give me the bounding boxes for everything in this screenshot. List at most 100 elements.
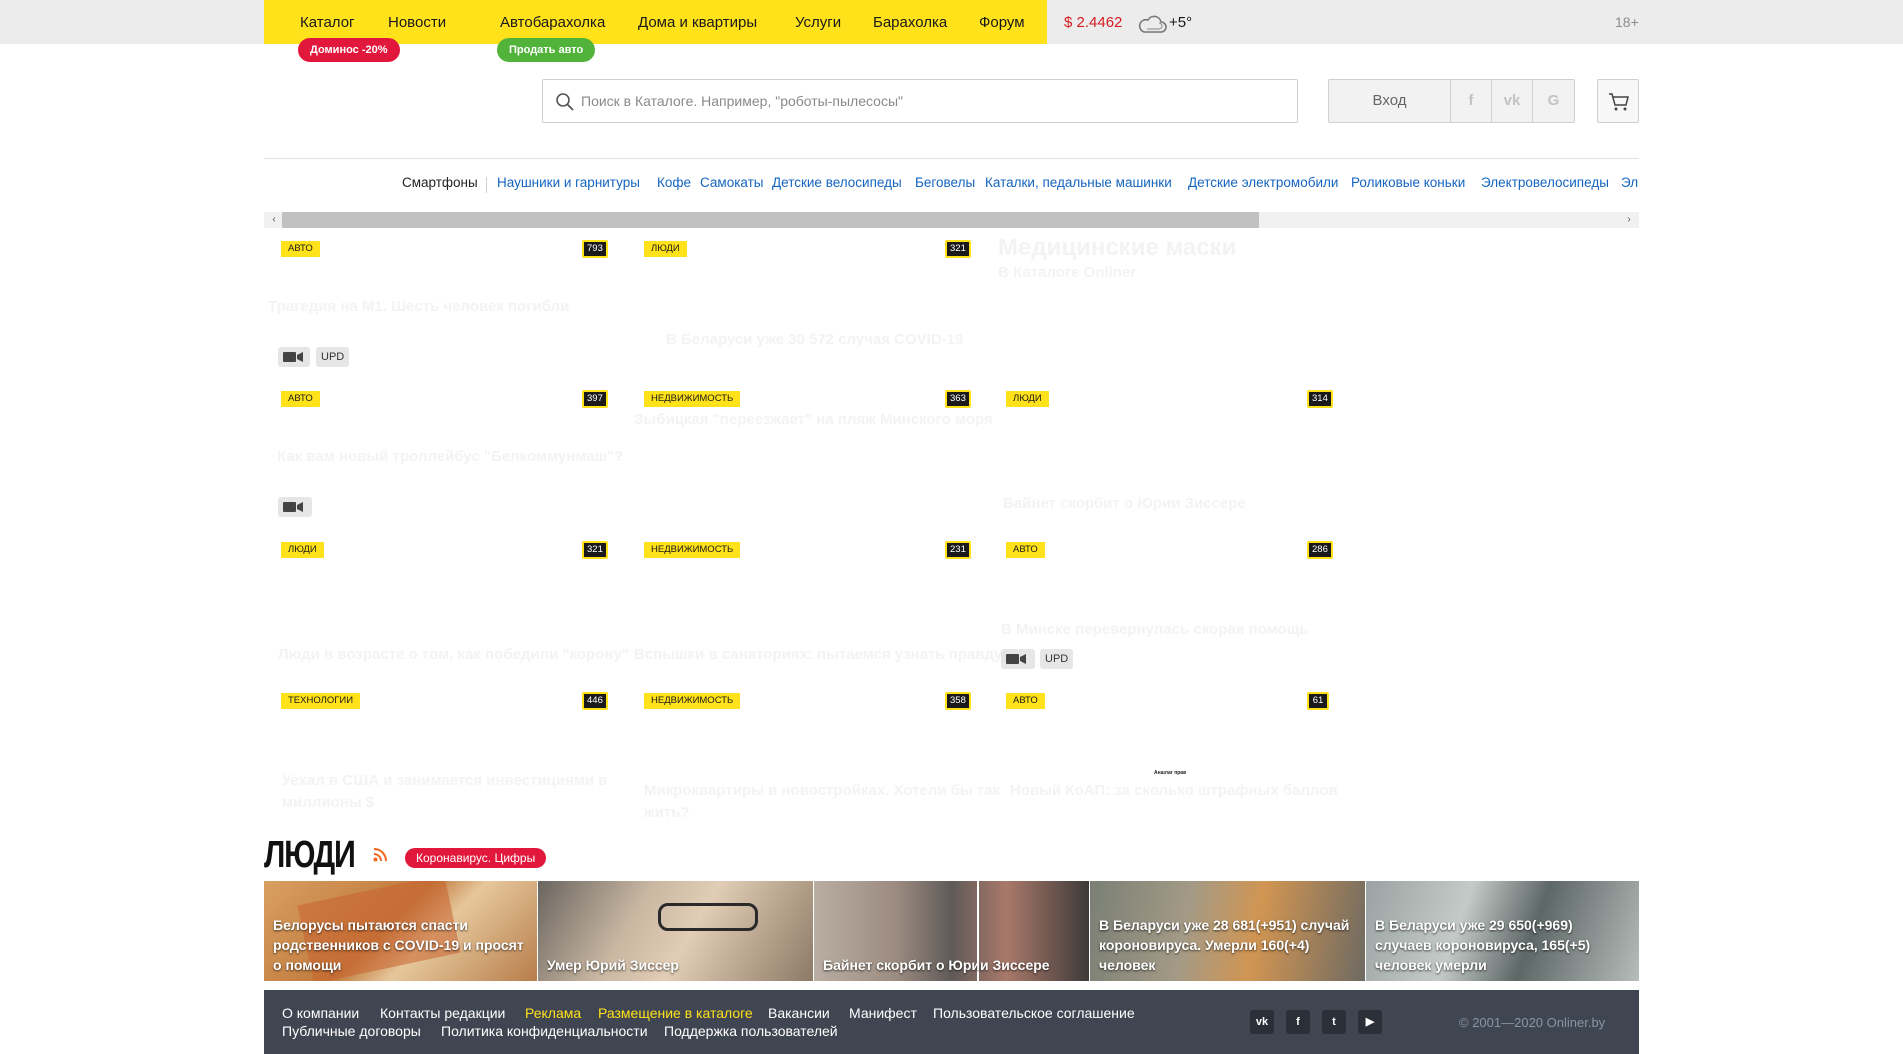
category-separator <box>486 177 487 193</box>
category-item[interactable]: Эл <box>1621 175 1638 190</box>
news-title[interactable]: В Минске перевернулась скорая помощь <box>1001 621 1309 638</box>
category-scrollbar[interactable]: ‹ › <box>264 212 1639 228</box>
nav-forum[interactable]: Форум <box>979 14 1025 31</box>
footer-link[interactable]: Публичные договоры <box>282 1023 421 1039</box>
cart-button[interactable] <box>1597 79 1639 123</box>
news-tag[interactable]: НЕДВИЖИМОСТЬ <box>644 391 741 407</box>
news-title[interactable]: Люди в возрасте о том, как победили "кор… <box>278 646 629 663</box>
footer-link[interactable]: Поддержка пользователей <box>664 1023 838 1039</box>
news-tag[interactable]: АВТО <box>281 391 320 407</box>
comment-count[interactable]: 446 <box>582 692 608 710</box>
facebook-login-icon[interactable]: f <box>1451 80 1492 122</box>
news-title[interactable]: Новый КоАП: за сколько штрафных баллов <box>1010 782 1338 799</box>
card-title: Белорусы пытаются спасти родственников с… <box>273 917 524 973</box>
news-title[interactable]: Вспышки в санаториях: пытаемся узнать пр… <box>634 646 1003 663</box>
people-card[interactable]: В Беларуси уже 29 650(+969) случаев коро… <box>1366 881 1639 981</box>
news-title[interactable]: В Беларуси уже 30 572 случая COVID-19 <box>666 331 963 348</box>
rss-icon[interactable] <box>373 848 387 867</box>
nav-catalog[interactable]: Каталог <box>300 14 355 31</box>
nav-realty[interactable]: Дома и квартиры <box>638 14 757 31</box>
news-tag[interactable]: НЕДВИЖИМОСТЬ <box>644 693 741 709</box>
promo-title[interactable]: Медицинские маски <box>998 234 1236 262</box>
facebook-icon[interactable]: f <box>1286 1010 1310 1034</box>
nav-baraholka[interactable]: Барахолка <box>873 14 947 31</box>
currency-rate[interactable]: $ 2.4462 <box>1064 14 1122 31</box>
news-title[interactable]: Байнет скорбит о Юрии Зиссере <box>1003 495 1246 512</box>
login-button[interactable]: Вход <box>1329 80 1451 122</box>
comment-count[interactable]: 61 <box>1307 692 1329 710</box>
footer-link[interactable]: О компании <box>282 1005 359 1021</box>
footer-link[interactable]: Пользовательское соглашение <box>933 1005 1135 1021</box>
news-title[interactable]: Зыбицкая "переезжает" на пляж Минского м… <box>634 411 993 428</box>
news-title[interactable]: Микроквартиры в новостройках. Хотели бы … <box>644 782 1000 799</box>
youtube-icon[interactable]: ▶ <box>1358 1010 1382 1034</box>
nav-autobaraholka[interactable]: Автобарахолка <box>500 14 605 31</box>
news-tag[interactable]: НЕДВИЖИМОСТЬ <box>644 542 741 558</box>
news-tag[interactable]: АВТО <box>1006 542 1045 558</box>
comment-count[interactable]: 314 <box>1307 390 1333 408</box>
video-icon <box>278 497 312 517</box>
scroll-thumb[interactable] <box>282 212 1259 228</box>
news-title[interactable]: Трагедия на М1. Шесть человек погибли <box>268 298 569 315</box>
card-image-glasses <box>658 903 758 931</box>
category-item[interactable]: Роликовые коньки <box>1351 175 1465 190</box>
footer-link[interactable]: Размещение в каталоге <box>598 1005 753 1021</box>
covid-badge[interactable]: Коронавирус. Цифры <box>405 848 547 868</box>
category-item[interactable]: Наушники и гарнитуры <box>497 175 640 190</box>
comment-count[interactable]: 286 <box>1307 541 1333 559</box>
category-item[interactable]: Каталки, педальные машинки <box>985 175 1172 190</box>
comment-count[interactable]: 363 <box>945 390 971 408</box>
vk-icon[interactable]: vk <box>1250 1010 1274 1034</box>
comment-count[interactable]: 321 <box>945 240 971 258</box>
people-card[interactable]: В Беларуси уже 28 681(+951) случай корон… <box>1090 881 1365 981</box>
age-rating: 18+ <box>1615 14 1639 30</box>
google-login-icon[interactable]: G <box>1533 80 1574 122</box>
comment-count[interactable]: 231 <box>945 541 971 559</box>
category-item[interactable]: Детские велосипеды <box>772 175 902 190</box>
category-strip: Смартфоны Наушники и гарнитуры Кофе Само… <box>264 175 1639 197</box>
category-item[interactable]: Смартфоны <box>402 175 478 190</box>
card-title: Умер Юрий Зиссер <box>547 957 679 973</box>
news-title[interactable]: Уехал в США и занимается инвестициями в <box>282 772 608 789</box>
category-item[interactable]: Электровелосипеды <box>1481 175 1609 190</box>
people-card[interactable]: Белорусы пытаются спасти родственников с… <box>264 881 537 981</box>
news-tag[interactable]: ЛЮДИ <box>644 241 687 257</box>
news-title[interactable]: Как вам новый троллейбус "Белкоммунмаш"? <box>277 448 623 465</box>
people-card[interactable]: Байнет скорбит о Юрии Зиссере <box>814 881 1089 981</box>
nav-news[interactable]: Новости <box>388 14 446 31</box>
news-tag[interactable]: ЛЮДИ <box>281 542 324 558</box>
promo-subtitle[interactable]: В Каталоге Onliner <box>998 264 1136 281</box>
search-box <box>542 79 1298 123</box>
scroll-left-icon[interactable]: ‹ <box>266 212 282 228</box>
category-item[interactable]: Самокаты <box>700 175 764 190</box>
search-input[interactable] <box>581 80 1281 122</box>
category-item[interactable]: Беговелы <box>915 175 975 190</box>
news-tag[interactable]: АВТО <box>1006 693 1045 709</box>
catalog-promo-badge[interactable]: Доминос -20% <box>298 38 400 62</box>
comment-count[interactable]: 397 <box>582 390 608 408</box>
scroll-right-icon[interactable]: › <box>1621 212 1637 228</box>
news-title[interactable]: миллионы $ <box>282 794 374 811</box>
people-card[interactable]: Умер Юрий Зиссер <box>538 881 813 981</box>
comment-count[interactable]: 793 <box>582 240 608 258</box>
news-tag[interactable]: ТЕХНОЛОГИИ <box>281 693 361 709</box>
category-item[interactable]: Кофе <box>657 175 691 190</box>
section-title[interactable]: ЛЮДИ <box>264 834 356 877</box>
comment-count[interactable]: 358 <box>945 692 971 710</box>
news-tag[interactable]: АВТО <box>281 241 320 257</box>
news-title[interactable]: жить? <box>644 804 690 821</box>
vk-login-icon[interactable]: vk <box>1492 80 1533 122</box>
temperature[interactable]: +5° <box>1169 14 1192 31</box>
footer-link[interactable]: Манифест <box>849 1005 917 1021</box>
footer-link[interactable]: Реклама <box>525 1005 581 1021</box>
footer-link[interactable]: Политика конфиденциальности <box>441 1023 648 1039</box>
category-item[interactable]: Детские электромобили <box>1188 175 1338 190</box>
twitter-icon[interactable]: t <box>1322 1010 1346 1034</box>
sell-car-badge[interactable]: Продать авто <box>497 38 596 62</box>
cloud-icon[interactable] <box>1136 12 1168 39</box>
footer-link[interactable]: Контакты редакции <box>380 1005 505 1021</box>
news-tag[interactable]: ЛЮДИ <box>1006 391 1049 407</box>
comment-count[interactable]: 321 <box>582 541 608 559</box>
footer-link[interactable]: Вакансии <box>768 1005 830 1021</box>
nav-services[interactable]: Услуги <box>795 14 841 31</box>
